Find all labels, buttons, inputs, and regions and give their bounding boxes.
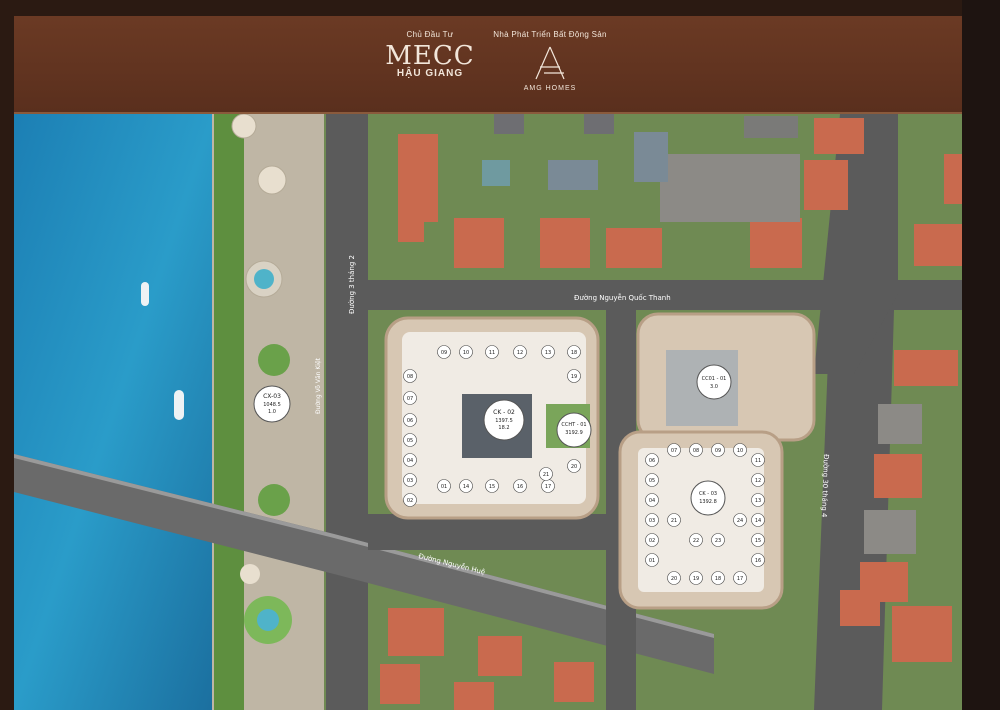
round-garden bbox=[258, 484, 290, 516]
cc03-code: CK - 03 bbox=[699, 491, 717, 497]
plaza-north bbox=[231, 114, 257, 139]
cc01-value: 3.0 bbox=[710, 384, 718, 390]
lot-tag-label: 20 bbox=[571, 464, 577, 470]
developer-name: AMG HOMES bbox=[523, 85, 577, 92]
lot-tag-label: 10 bbox=[463, 350, 469, 356]
site-plan-svg: CX-03 1048.5 1.0 Đường Nguyễn Quốc Thanh… bbox=[14, 114, 962, 710]
cc03-tag: CK - 03 1392.8 bbox=[690, 480, 726, 516]
lot-tag-label: 15 bbox=[489, 484, 495, 490]
boat bbox=[141, 282, 149, 306]
lot-tag-label: 13 bbox=[755, 498, 761, 504]
investor-logo: Chủ Đầu Tư MECC HẬU GIANG bbox=[380, 30, 480, 79]
lot-tag-label: 02 bbox=[407, 498, 413, 504]
amg-homes-icon bbox=[535, 46, 565, 80]
investor-caption: Chủ Đầu Tư bbox=[406, 30, 454, 39]
lot-tag-label: 07 bbox=[407, 396, 413, 402]
lot-tag-label: 11 bbox=[755, 458, 761, 464]
lot-tag-label: 01 bbox=[649, 558, 655, 564]
lot-tag-label: 11 bbox=[489, 350, 495, 356]
lot-tag-label: 19 bbox=[693, 576, 699, 582]
header-banner: Chủ Đầu Tư MECC HẬU GIANG Nhà Phát Triển… bbox=[14, 16, 962, 114]
lot-tag-label: 03 bbox=[649, 518, 655, 524]
label-3-thang-2: Đường 3 tháng 2 bbox=[348, 255, 356, 314]
road-3-thang-2 bbox=[326, 114, 368, 710]
lot-tag-label: 24 bbox=[737, 518, 743, 524]
lot-tag-label: 14 bbox=[463, 484, 469, 490]
developer-logo: Nhà Phát Triển Bất Động Sản AMG HOMES bbox=[490, 30, 610, 92]
label-vo-van-kiet: Đường Võ Văn Kiệt bbox=[315, 357, 322, 414]
ck02-tag: CK - 02 1397.5 18.2 bbox=[483, 399, 525, 441]
label-30-thang-4: Đường 30 tháng 4 bbox=[820, 454, 830, 518]
lot-tag-label: 04 bbox=[407, 458, 413, 464]
lot-tag-label: 07 bbox=[671, 448, 677, 454]
lot-tag-label: 15 bbox=[755, 538, 761, 544]
lot-tag-label: 21 bbox=[671, 518, 677, 524]
lot-tag-label: 20 bbox=[671, 576, 677, 582]
label-nguyen-quoc-thanh: Đường Nguyễn Quốc Thanh bbox=[574, 293, 671, 302]
cc01-tag: CC01 - 01 3.0 bbox=[696, 364, 732, 400]
right-edge bbox=[962, 0, 1000, 710]
lot-tag-label: 08 bbox=[407, 374, 413, 380]
lot-tag-label: 04 bbox=[649, 498, 655, 504]
lot-tag-label: 05 bbox=[407, 438, 413, 444]
lot-tag-label: 23 bbox=[715, 538, 721, 544]
cx03-floors: 1.0 bbox=[268, 409, 276, 415]
cx03-area: 1048.5 bbox=[263, 402, 281, 408]
cc03-area: 1392.8 bbox=[699, 499, 717, 505]
cx03-tag: CX-03 1048.5 1.0 bbox=[253, 385, 291, 423]
lot-tag-label: 16 bbox=[517, 484, 523, 490]
mecc-wordmark: MECC bbox=[385, 41, 475, 71]
plaza-south bbox=[240, 564, 260, 584]
lot-tag-label: 14 bbox=[755, 518, 761, 524]
lot-tag-label: 18 bbox=[571, 350, 577, 356]
fountain-south-water bbox=[257, 609, 279, 631]
lot-tag-label: 13 bbox=[545, 350, 551, 356]
lot-tag-label: 17 bbox=[737, 576, 743, 582]
boat bbox=[174, 390, 184, 420]
round-garden bbox=[258, 344, 290, 376]
lot-tag-label: 17 bbox=[545, 484, 551, 490]
lot-tag-label: 03 bbox=[407, 478, 413, 484]
park-lawn bbox=[214, 114, 244, 710]
lot-tag-label: 02 bbox=[649, 538, 655, 544]
lot-tag-label: 09 bbox=[715, 448, 721, 454]
cc02-area: 3192.9 bbox=[565, 430, 583, 436]
lot-tag-label: 12 bbox=[517, 350, 523, 356]
houses-north bbox=[398, 114, 864, 268]
lot-tag-label: 12 bbox=[755, 478, 761, 484]
lot-tag-label: 19 bbox=[571, 374, 577, 380]
lot-tag-label: 21 bbox=[543, 472, 549, 478]
cc02-tag: CCHT - 01 3192.9 bbox=[556, 412, 592, 448]
cx03-code: CX-03 bbox=[263, 393, 281, 400]
ck02-code: CK - 02 bbox=[493, 409, 515, 416]
ck02-area: 1397.5 bbox=[495, 418, 513, 424]
cc01-code: CC01 - 01 bbox=[702, 376, 727, 382]
lot-tag-label: 16 bbox=[755, 558, 761, 564]
lot-tag-label: 09 bbox=[441, 350, 447, 356]
lot-tag-label: 18 bbox=[715, 576, 721, 582]
lot-tag-label: 05 bbox=[649, 478, 655, 484]
fountain-north-water bbox=[254, 269, 274, 289]
cc02-code: CCHT - 01 bbox=[561, 422, 586, 428]
ck02-floors: 18.2 bbox=[498, 425, 509, 431]
lot-tag-label: 06 bbox=[407, 418, 413, 424]
lot-tag-label: 01 bbox=[441, 484, 447, 490]
lot-tag-label: 08 bbox=[693, 448, 699, 454]
site-plan-map: CX-03 1048.5 1.0 Đường Nguyễn Quốc Thanh… bbox=[14, 114, 962, 710]
plaza-mid bbox=[257, 165, 287, 195]
lot-tag-label: 22 bbox=[693, 538, 699, 544]
developer-caption: Nhà Phát Triển Bất Động Sản bbox=[493, 30, 607, 39]
lot-tag-label: 10 bbox=[737, 448, 743, 454]
lot-tag-label: 06 bbox=[649, 458, 655, 464]
